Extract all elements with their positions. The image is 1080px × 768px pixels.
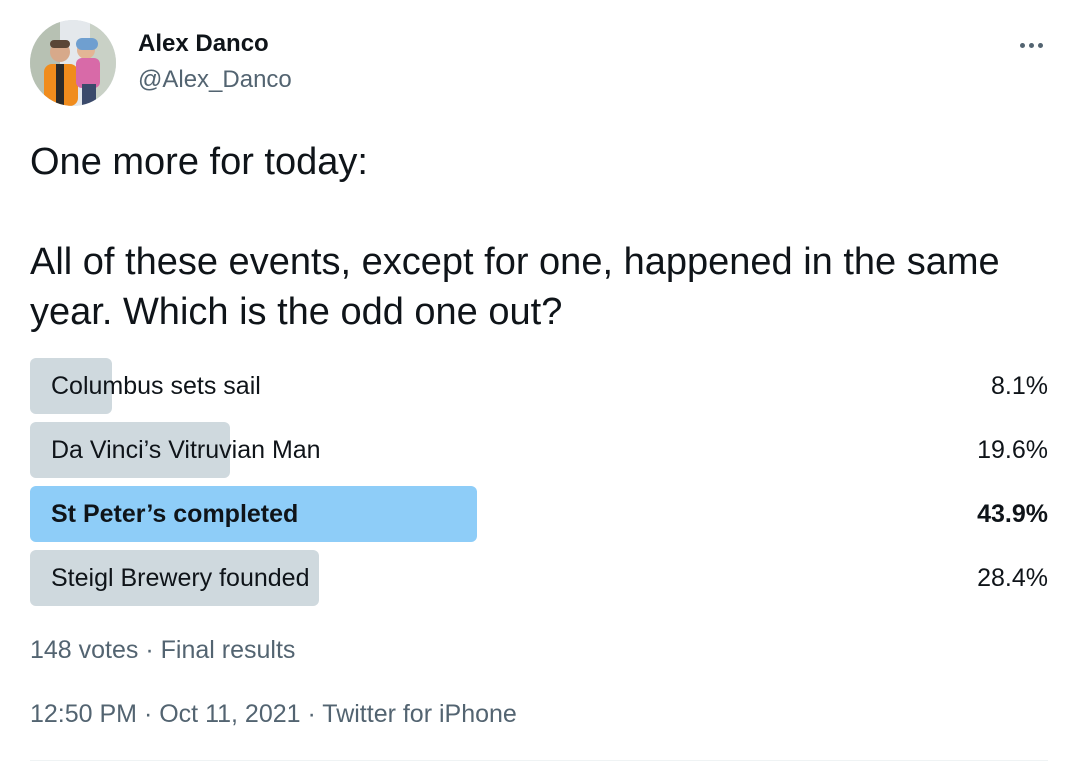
poll-option-1: Columbus sets sail 8.1% [30,358,1048,414]
more-horizontal-icon [1028,42,1034,48]
author-handle[interactable]: @Alex_Danco [138,66,292,94]
tweet-text-line: One more for today: [30,141,368,183]
poll: Columbus sets sail 8.1% Da Vinci’s Vitru… [30,358,1048,614]
tweet-source-link[interactable]: Twitter for iPhone [322,700,517,728]
poll-option-3: St Peter’s completed 43.9% [30,486,1048,542]
poll-option-percent: 28.4% [977,564,1048,592]
poll-option-4: Steigl Brewery founded 28.4% [30,550,1048,606]
separator: · [300,700,323,728]
divider [30,760,1048,761]
poll-option-percent: 19.6% [977,436,1048,464]
tweet-text: One more for today: All of these events,… [30,137,1040,337]
poll-option-label: Steigl Brewery founded [51,564,310,592]
poll-option-label: Da Vinci’s Vitruvian Man [51,436,321,464]
more-horizontal-icon [1019,42,1025,48]
avatar[interactable] [30,20,116,106]
poll-option-2: Da Vinci’s Vitruvian Man 19.6% [30,422,1048,478]
poll-option-label: Columbus sets sail [51,372,261,400]
poll-option-label: St Peter’s completed [51,500,299,528]
author-display-name[interactable]: Alex Danco [138,30,269,58]
tweet-timestamp: 12:50 PM · Oct 11, 2021 · Twitter for iP… [30,700,517,729]
tweet-text-line: All of these events, except for one, hap… [30,241,1000,333]
poll-status: Final results [160,636,296,664]
poll-vote-count: 148 votes [30,636,139,664]
more-horizontal-icon [1037,42,1043,48]
poll-option-percent: 43.9% [977,500,1048,528]
poll-meta: 148 votes · Final results [30,636,295,665]
poll-option-percent: 8.1% [991,372,1048,400]
separator: · [138,636,161,664]
separator: · [137,700,160,728]
more-options-button[interactable] [1012,28,1050,62]
tweet-date[interactable]: Oct 11, 2021 [159,700,300,728]
tweet-time[interactable]: 12:50 PM [30,700,137,728]
